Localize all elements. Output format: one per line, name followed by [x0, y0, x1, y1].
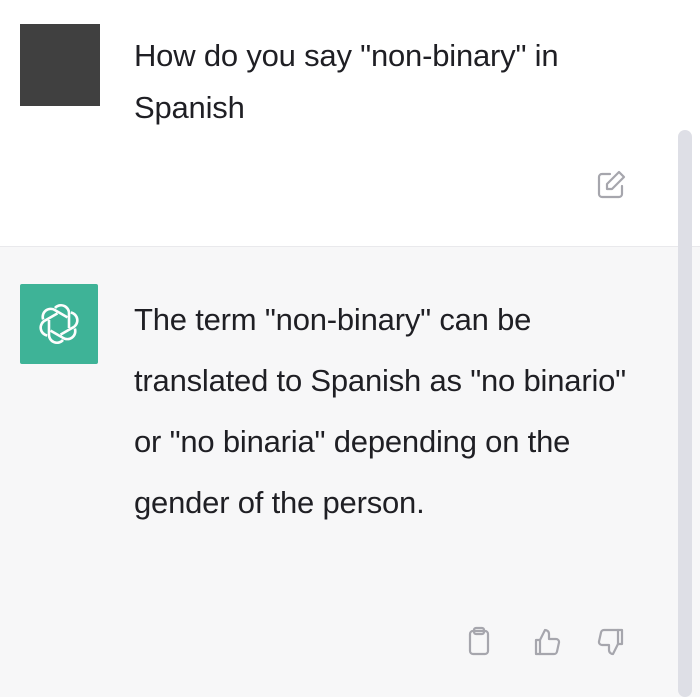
assistant-message-block: The term "non-binary" can be translated … — [0, 246, 700, 697]
openai-logo-icon — [20, 284, 98, 364]
edit-icon[interactable] — [594, 168, 628, 202]
scrollbar[interactable] — [678, 130, 692, 697]
user-message-block: How do you say "non-binary" in Spanish — [0, 0, 700, 246]
clipboard-icon[interactable] — [462, 625, 496, 659]
thumbs-down-icon[interactable] — [594, 625, 628, 659]
user-message-text: How do you say "non-binary" in Spanish — [134, 38, 559, 125]
assistant-message-text: The term "non-binary" can be translated … — [134, 302, 626, 520]
user-avatar — [20, 24, 100, 106]
thumbs-up-icon[interactable] — [530, 625, 564, 659]
